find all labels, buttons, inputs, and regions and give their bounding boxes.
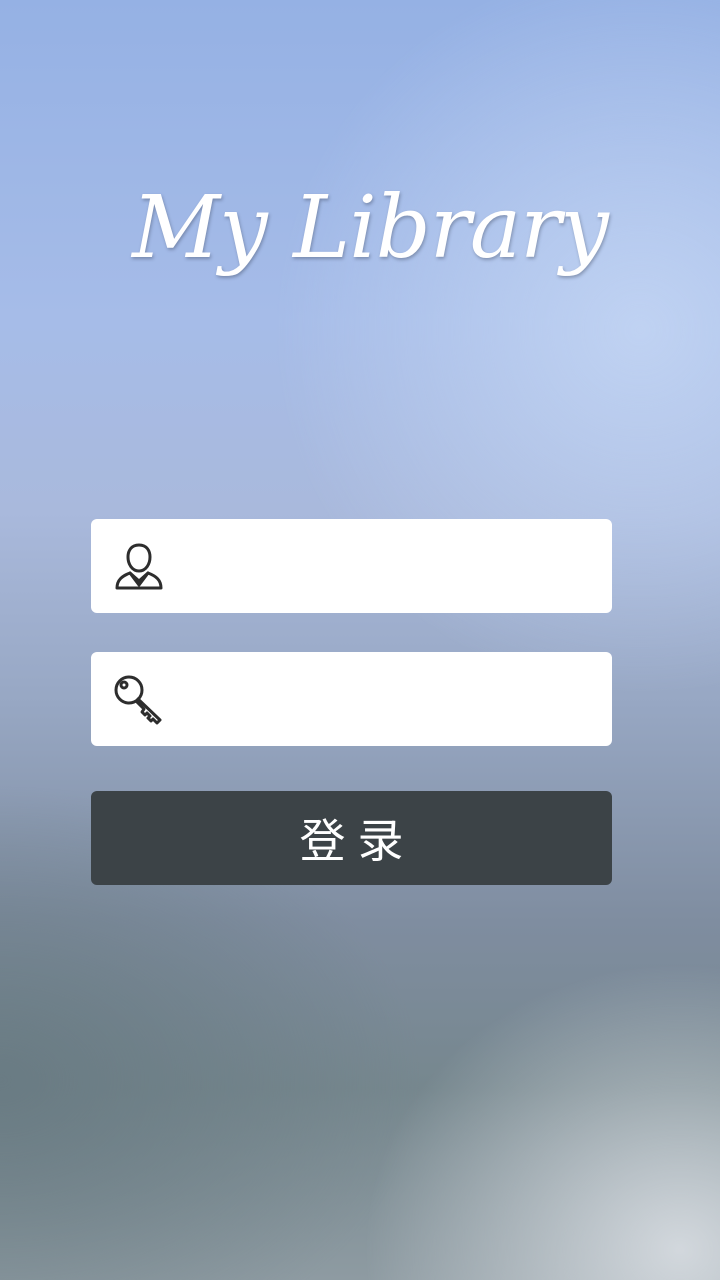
app-title: My Library — [132, 178, 609, 278]
key-icon — [113, 674, 165, 726]
username-field[interactable] — [91, 519, 612, 613]
user-icon — [113, 541, 165, 593]
password-field[interactable] — [91, 652, 612, 746]
login-button[interactable]: 登录 — [91, 791, 612, 885]
login-screen: My Library 登录 — [0, 0, 720, 1280]
username-input[interactable] — [183, 519, 593, 613]
password-input[interactable] — [183, 652, 593, 746]
